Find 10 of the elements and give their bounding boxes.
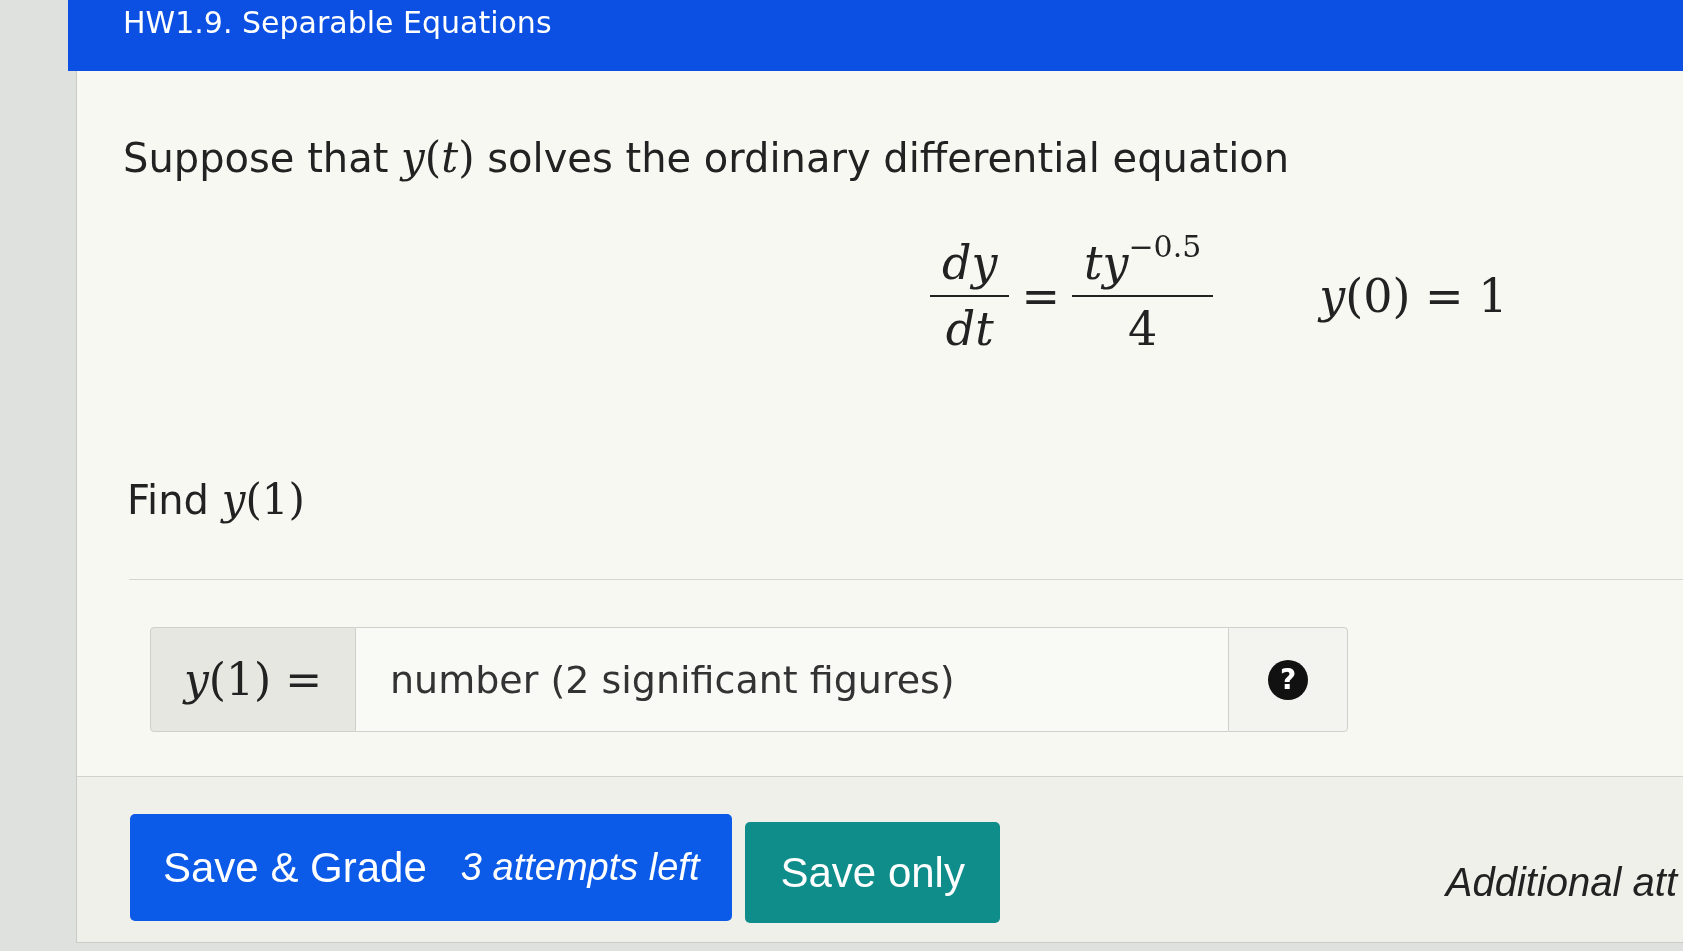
help-button[interactable]: ? [1268,659,1308,700]
question-text: Suppose that y(t) solves the ordinary differential equation [123,133,1291,183]
assessment-title: HW1.9. Separable Equations [123,4,552,40]
task-text: Find y(1) [127,475,306,525]
additional-attempts-text: Additional att [1445,860,1680,905]
save-only-button[interactable]: Save only [745,822,1000,923]
input-label: y(1) = [150,627,356,732]
save-grade-button[interactable]: Save & Grade 3 attempts left [130,814,733,921]
answer-input[interactable]: number (2 significant figures) [356,627,1228,732]
initial-condition: y(0) = 1 [1319,269,1508,323]
